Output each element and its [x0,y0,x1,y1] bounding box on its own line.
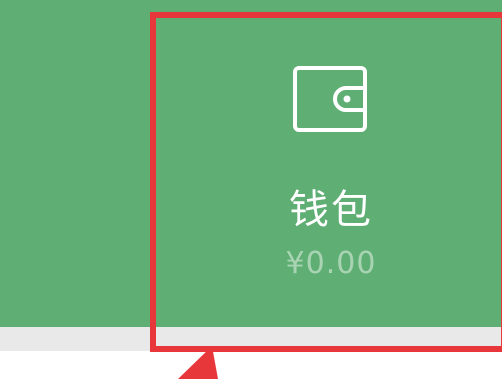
wallet-icon [290,64,370,134]
wallet-tile[interactable]: 钱包 ¥0.00 [160,22,502,327]
section-divider [0,327,502,351]
lower-area [0,351,502,379]
pointer-arrow [178,346,218,379]
wallet-label: 钱包 [289,187,373,233]
wallet-balance: ¥0.00 [285,246,377,281]
